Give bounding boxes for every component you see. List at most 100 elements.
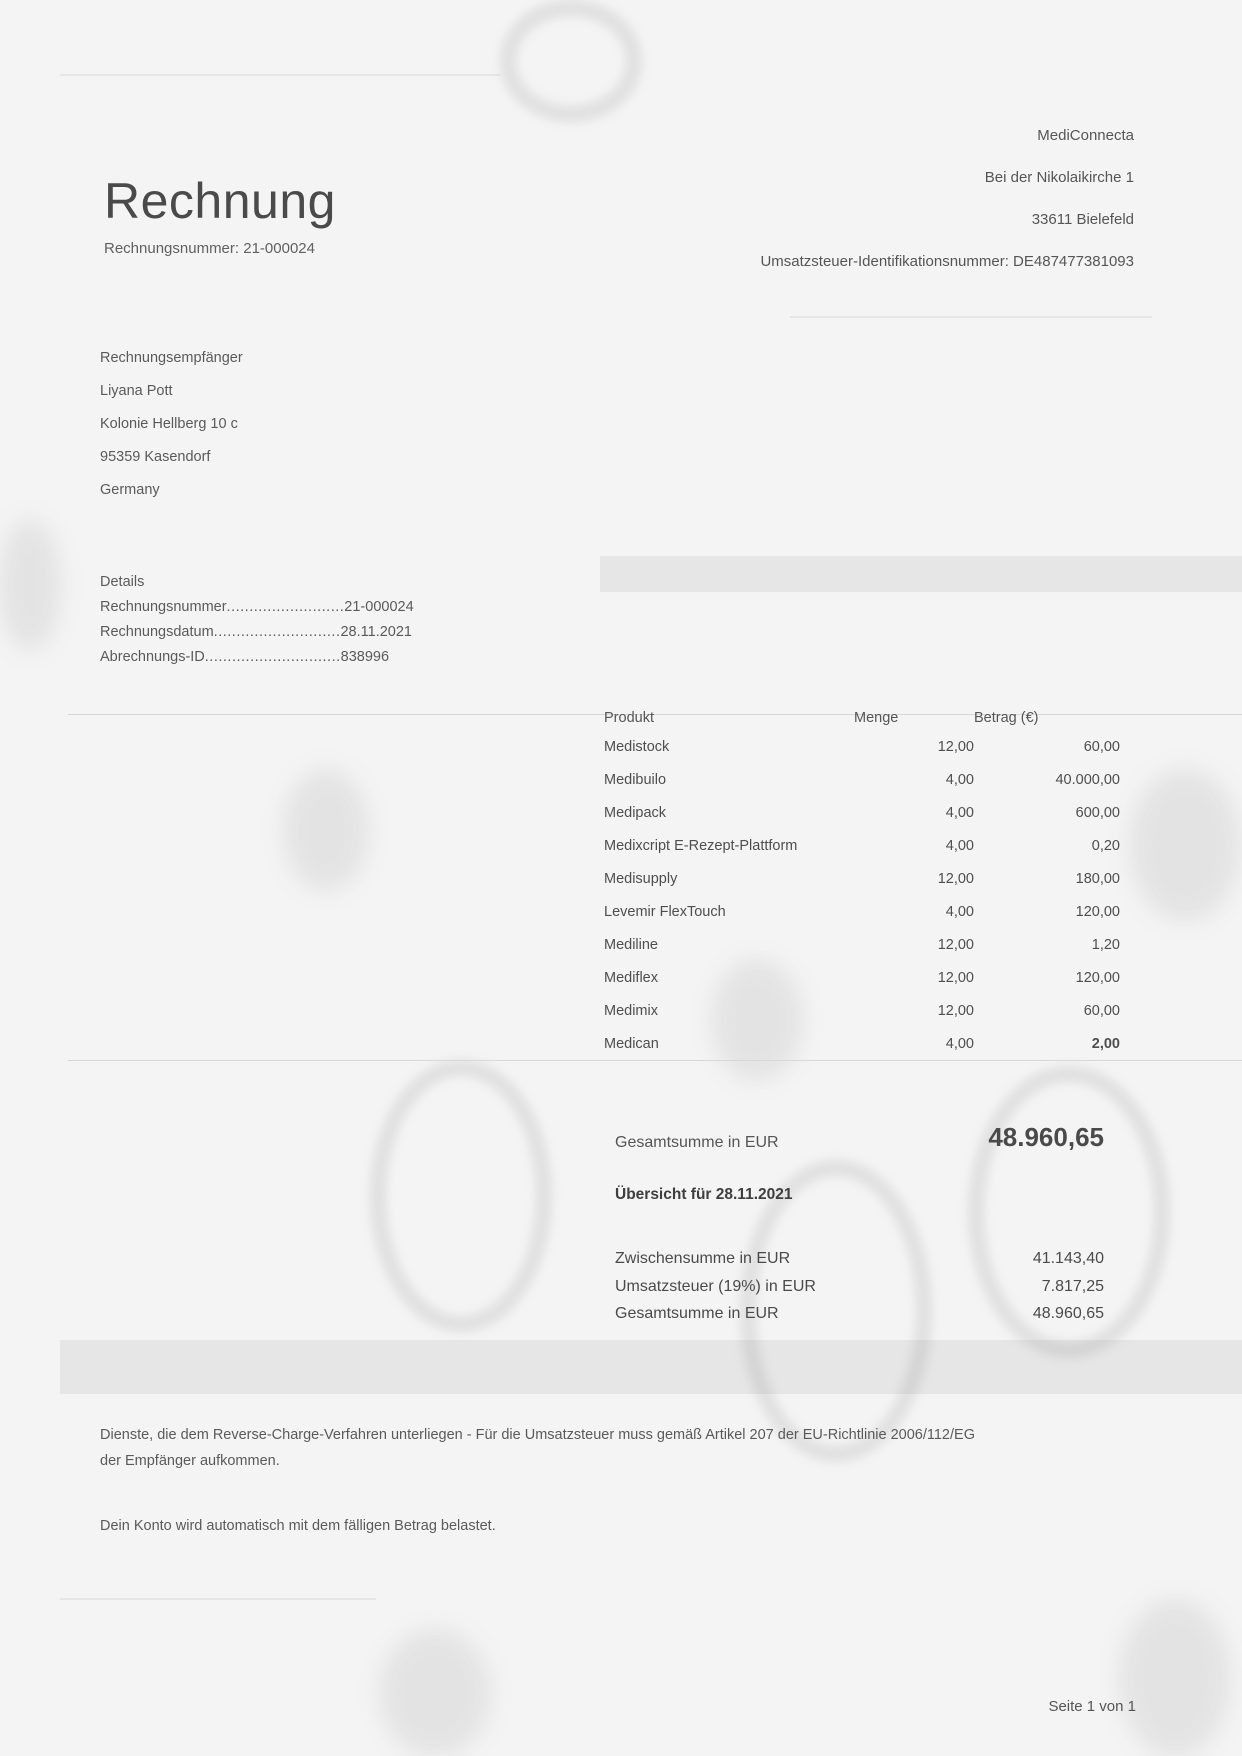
- seller-city: 33611 Bielefeld: [1031, 211, 1134, 228]
- details-heading: Details: [100, 574, 145, 590]
- grand-total-row: Gesamtsumme in EUR 48.960,65: [615, 1305, 1104, 1323]
- cell-amount: 0,20: [1091, 837, 1120, 854]
- table-row: Medisupply 12,00 180,00: [604, 862, 1120, 895]
- cell-amount: 40.000,00: [1055, 771, 1120, 788]
- seller-name: MediConnecta: [1037, 127, 1134, 144]
- table-row: Medipack 4,00 600,00: [604, 796, 1120, 829]
- table-row: Mediline 12,00 1,20: [604, 928, 1120, 961]
- stain-9: [380, 1630, 490, 1756]
- cell-qty: 4,00: [945, 771, 974, 788]
- cell-qty: 4,00: [945, 837, 974, 854]
- table-header-row: Produkt Menge Betrag (€): [604, 706, 1120, 730]
- cell-amount: 120,00: [1075, 903, 1120, 920]
- vat-label: Umsatzsteuer (19%) in EUR: [615, 1278, 816, 1295]
- stain-6: [1130, 770, 1240, 920]
- account-note: Dein Konto wird automatisch mit dem fäll…: [100, 1518, 496, 1534]
- details-label: Abrechnungs-ID: [100, 649, 205, 665]
- cell-amount: 60,00: [1083, 738, 1120, 755]
- cell-amount: 1,20: [1091, 936, 1120, 953]
- table-row: Medibuilo 4,00 40.000,00: [604, 763, 1120, 796]
- cell-product: Levemir FlexTouch: [604, 903, 726, 920]
- reverse-charge-line-1: Dienste, die dem Reverse-Charge-Verfahre…: [100, 1427, 975, 1443]
- recipient-name: Liyana Pott: [100, 383, 173, 399]
- table-row: Medimix 12,00 60,00: [604, 994, 1120, 1027]
- details-dots: ..........................: [226, 599, 345, 615]
- recipient-street: Kolonie Hellberg 10 c: [100, 416, 238, 432]
- invoice-page: Rechnung Rechnungsnummer: 21-000024 Medi…: [0, 0, 1242, 1756]
- seller-address: MediConnecta Bei der Nikolaikirche 1 336…: [760, 128, 1134, 296]
- recipient-country: Germany: [100, 482, 160, 498]
- grand-total-label: Gesamtsumme in EUR: [615, 1305, 779, 1322]
- stain-10: [1120, 1600, 1230, 1756]
- cell-qty: 12,00: [937, 969, 974, 986]
- cell-product: Medisupply: [604, 870, 678, 887]
- details-row: Rechnungsdatum..........................…: [100, 624, 414, 649]
- table-bottom-rule: [68, 1060, 1242, 1061]
- details-value: 838996: [340, 649, 390, 665]
- cell-qty: 4,00: [945, 903, 974, 920]
- recipient-city: 95359 Kasendorf: [100, 449, 211, 465]
- cell-product: Medipack: [604, 804, 667, 821]
- cell-qty: 12,00: [937, 1002, 974, 1019]
- subtotal-value: 41.143,40: [1032, 1250, 1104, 1267]
- details-label: Rechnungsdatum: [100, 624, 214, 640]
- cell-amount: 120,00: [1075, 969, 1120, 986]
- cell-qty: 4,00: [945, 1035, 974, 1052]
- details-value: 28.11.2021: [340, 624, 412, 640]
- grand-total-value: 48.960,65: [1032, 1305, 1104, 1322]
- cell-qty: 12,00: [937, 870, 974, 887]
- cell-product: Mediline: [604, 936, 658, 953]
- cell-amount: 600,00: [1075, 804, 1120, 821]
- cell-amount: 2,00: [1091, 1035, 1120, 1052]
- subtotal-label: Zwischensumme in EUR: [615, 1250, 791, 1267]
- column-header-amount: Betrag (€): [974, 710, 1039, 726]
- cell-product: Medican: [604, 1035, 659, 1052]
- recipient-heading: Rechnungsempfänger: [100, 350, 243, 366]
- cell-qty: 12,00: [937, 936, 974, 953]
- details-value: 21-000024: [344, 599, 414, 615]
- stain-5: [284, 770, 368, 890]
- details-label: Rechnungsnummer: [100, 599, 227, 615]
- total-value: 48.960,65: [988, 1122, 1104, 1152]
- document-title: Rechnung: [104, 173, 336, 229]
- details-row: Abrechnungs-ID..........................…: [100, 649, 414, 674]
- details-block: Details Rechnungsnummer.................…: [100, 574, 414, 674]
- stain-1: [370, 1060, 552, 1332]
- ghost-rule-3: [60, 1598, 376, 1600]
- vat-row: Umsatzsteuer (19%) in EUR 7.817,25: [615, 1278, 1104, 1296]
- cell-product: Medistock: [604, 738, 670, 755]
- cell-qty: 4,00: [945, 804, 974, 821]
- seller-street: Bei der Nikolaikirche 1: [984, 169, 1134, 186]
- ghost-rule-2: [60, 74, 500, 76]
- subtotal-row: Zwischensumme in EUR 41.143,40: [615, 1250, 1104, 1268]
- table-row: Mediflex 12,00 120,00: [604, 961, 1120, 994]
- recipient-block: Rechnungsempfänger Liyana Pott Kolonie H…: [100, 350, 243, 515]
- cell-product: Mediflex: [604, 969, 658, 986]
- cell-product: Medimix: [604, 1002, 658, 1019]
- cell-qty: 12,00: [937, 738, 974, 755]
- ghost-rule-1: [790, 316, 1152, 318]
- table-row: Medistock 12,00 60,00: [604, 730, 1120, 763]
- table-row: Medican 4,00 2,00: [604, 1027, 1120, 1060]
- details-dots: ..............................: [204, 649, 341, 665]
- page-number: Seite 1 von 1: [1048, 1698, 1136, 1715]
- invoice-number-line: Rechnungsnummer: 21-000024: [104, 240, 315, 257]
- details-dots: ............................: [213, 624, 341, 640]
- column-header-product: Produkt: [604, 710, 654, 726]
- overview-heading: Übersicht für 28.11.2021: [615, 1186, 793, 1203]
- vat-value: 7.817,25: [1041, 1278, 1104, 1295]
- cell-amount: 180,00: [1075, 870, 1120, 887]
- details-row: Rechnungsnummer.........................…: [100, 599, 414, 624]
- seller-vat-id: Umsatzsteuer-Identifikationsnummer: DE48…: [760, 253, 1134, 270]
- cell-amount: 60,00: [1083, 1002, 1120, 1019]
- reverse-charge-note: Dienste, die dem Reverse-Charge-Verfahre…: [100, 1422, 1140, 1474]
- table-row: Levemir FlexTouch 4,00 120,00: [604, 895, 1120, 928]
- total-label: Gesamtsumme in EUR: [615, 1134, 779, 1151]
- stain-7: [0, 520, 60, 650]
- cell-product: Medibuilo: [604, 771, 667, 788]
- cell-product: Medixcript E-Rezept-Plattform: [604, 837, 798, 854]
- table-row: Medixcript E-Rezept-Plattform 4,00 0,20: [604, 829, 1120, 862]
- items-table: Produkt Menge Betrag (€) Medistock 12,00 6…: [604, 706, 1120, 1060]
- stain-4: [500, 0, 642, 122]
- ghost-band-top: [600, 556, 1242, 592]
